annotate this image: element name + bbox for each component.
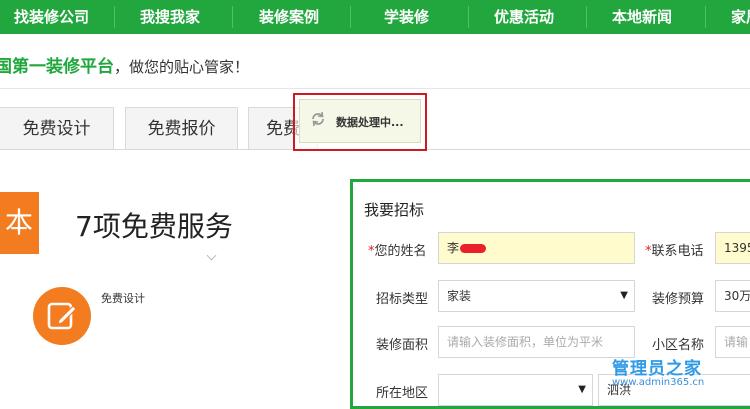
small-arrow-icon (206, 250, 217, 261)
service-label-free-design: 免费设计 (101, 292, 145, 305)
nav-item-find-company[interactable]: 找装修公司 (14, 0, 89, 34)
name-label: *您的姓名 (368, 240, 427, 259)
required-asterisk: * (368, 244, 375, 259)
refresh-icon (312, 111, 324, 127)
nav-divider (114, 6, 115, 28)
region-select[interactable]: ▼ (438, 374, 593, 406)
type-label: 招标类型 (376, 292, 429, 307)
area-placeholder: 请输入装修面积，单位为平米 (447, 335, 604, 349)
nav-item-promotions[interactable]: 优惠活动 (494, 0, 554, 34)
top-nav: 找装修公司 我搜我家 装修案例 学装修 优惠活动 本地新闻 家居 (0, 0, 750, 34)
phone-field[interactable]: 1395 (715, 232, 750, 264)
required-asterisk: * (645, 244, 652, 259)
services-title: 7项免费服务 (75, 210, 233, 243)
phone-label-text: *联系电话 (645, 244, 704, 259)
chevron-down-icon: ▼ (620, 290, 628, 301)
nav-item-local-news[interactable]: 本地新闻 (612, 0, 672, 34)
budget-value: 30万以 (724, 289, 750, 303)
chevron-down-icon: ▼ (578, 384, 586, 395)
edit-icon[interactable] (33, 287, 91, 345)
slogan-rest: ，做您的贴心管家！ (114, 58, 250, 76)
phone-value: 1395 (724, 241, 750, 255)
nav-divider (586, 6, 587, 28)
area-input[interactable]: 请输入装修面积，单位为平米 (438, 326, 635, 358)
loading-text: 数据处理中... (336, 116, 404, 129)
name-label-text: *您的姓名 (368, 244, 427, 259)
community-input[interactable]: 请输 (715, 326, 750, 358)
type-value: 家装 (447, 289, 472, 303)
nav-item-cases[interactable]: 装修案例 (259, 0, 319, 34)
nav-divider (705, 6, 706, 28)
name-field[interactable]: 李 (438, 232, 635, 264)
community-placeholder: 请输 (724, 335, 749, 349)
type-select[interactable]: 家装 ▼ (438, 280, 635, 312)
nav-item-home[interactable]: 家居 (731, 0, 750, 34)
tab-free-quote[interactable]: 免费报价 (125, 107, 238, 150)
slogan: 国第一装修平台，做您的贴心管家！ (0, 52, 249, 77)
nav-divider (232, 6, 233, 28)
area-label: 装修面积 (376, 338, 429, 353)
slogan-highlight: 国第一装修平台 (0, 57, 114, 77)
budget-select[interactable]: 30万以 (715, 280, 750, 312)
region-label: 所在地区 (376, 386, 429, 401)
phone-label: *联系电话 (645, 240, 704, 259)
watermark: 管理员之家 www.admin365.cn (612, 354, 704, 388)
tender-form-title: 我要招标 (364, 201, 425, 219)
name-value: 李 (447, 241, 460, 255)
watermark-url: www.admin365.cn (612, 377, 705, 388)
tab-free-design[interactable]: 免费设计 (0, 107, 114, 150)
community-label: 小区名称 (652, 338, 705, 353)
nav-divider (350, 6, 351, 28)
nav-item-learn[interactable]: 学装修 (384, 0, 429, 34)
watermark-title: 管理员之家 (612, 359, 702, 379)
redaction-mark (460, 244, 487, 253)
nav-item-my-home[interactable]: 我搜我家 (140, 0, 200, 34)
services-badge: 本 (0, 192, 39, 254)
budget-label: 装修预算 (652, 292, 705, 307)
nav-divider (468, 6, 469, 28)
